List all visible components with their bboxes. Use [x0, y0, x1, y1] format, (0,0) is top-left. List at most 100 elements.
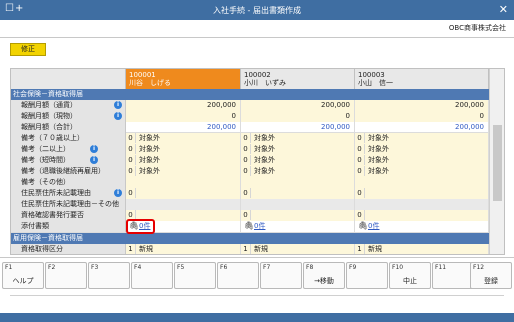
note-retire-cell[interactable]: 0 対象外: [126, 166, 241, 177]
code-text: 対象外: [368, 134, 389, 142]
code-value: 0: [355, 144, 365, 154]
code-text: 対象外: [254, 167, 275, 175]
row-label: 住民票住所未記載理由－その他: [11, 199, 126, 210]
f3-button[interactable]: F3: [88, 262, 130, 289]
remuneration-total-cell: 200,000: [126, 122, 241, 133]
note-short-cell[interactable]: 0 対象外: [241, 155, 355, 166]
remuneration-kind-cell[interactable]: 0: [126, 111, 241, 122]
note-70-cell[interactable]: 0 対象外: [355, 133, 489, 144]
code-text: 対象外: [368, 167, 389, 175]
employee-name: 川谷 しげる: [129, 79, 171, 87]
code-text: 対象外: [254, 134, 275, 142]
row-label: 報酬月額（通貨）: [11, 100, 126, 111]
table-row: 備考（その他）: [11, 177, 489, 188]
f7-button[interactable]: F7: [260, 262, 302, 289]
code-value: 0: [241, 188, 251, 198]
remuneration-currency-cell[interactable]: 200,000: [355, 100, 489, 111]
info-icon[interactable]: i: [90, 156, 98, 164]
code-value: 0: [355, 166, 365, 176]
info-icon[interactable]: i: [114, 189, 122, 197]
title-bar: ☐+ 入社手続 - 届出書類作成 ✕: [0, 0, 514, 20]
section-header-social-insurance: 社会保険－資格取得届: [11, 89, 489, 100]
attachment-cell[interactable]: 🖇 0件: [241, 221, 355, 232]
f10-cancel-button[interactable]: F10 中止: [389, 262, 431, 289]
remuneration-currency-cell[interactable]: 200,000: [126, 100, 241, 111]
note-70-cell[interactable]: 0 対象外: [126, 133, 241, 144]
attachment-cell[interactable]: 🖇 0件: [355, 221, 489, 232]
remuneration-total-cell: 200,000: [241, 122, 355, 133]
employee-column-header[interactable]: 100002 小川 いずみ: [241, 69, 355, 89]
note-other-cell[interactable]: [126, 177, 241, 188]
code-value: 1: [355, 244, 365, 254]
code-value: 0: [241, 155, 251, 165]
note-retire-cell[interactable]: 0 対象外: [241, 166, 355, 177]
resident-reason-cell[interactable]: 0: [126, 188, 241, 199]
vertical-scrollbar[interactable]: [489, 69, 504, 254]
section-header-employment-insurance: 雇用保険－資格取得届: [11, 233, 489, 244]
info-icon[interactable]: i: [90, 145, 98, 153]
paperclip-icon: 🖇: [244, 221, 255, 230]
code-value: 0: [241, 133, 251, 143]
table-row: 報酬月額（合計） 200,000 200,000 200,000: [11, 122, 489, 133]
f8-move-button[interactable]: F8 →移動: [303, 262, 345, 289]
code-text: 新規: [368, 245, 382, 253]
info-icon[interactable]: i: [114, 112, 122, 120]
f2-button[interactable]: F2: [45, 262, 87, 289]
f11-button[interactable]: F11: [432, 262, 474, 289]
resident-reason-other-cell: [241, 199, 355, 210]
note-retire-cell[interactable]: 0 対象外: [355, 166, 489, 177]
qualification-cert-cell[interactable]: 0: [241, 210, 355, 221]
close-icon[interactable]: ✕: [499, 3, 508, 16]
acquisition-type-cell[interactable]: 1 新規: [355, 244, 489, 254]
row-label: 報酬月額（現物）: [11, 111, 126, 122]
divider: [0, 37, 514, 38]
f12-register-button[interactable]: F12 登録: [470, 262, 512, 289]
table-row: 添付書類 🖇 0件 🖇 0件 🖇 0件: [11, 221, 489, 233]
code-value: 1: [126, 244, 136, 254]
code-value: 0: [126, 155, 136, 165]
divider: [10, 295, 504, 296]
attachment-count-link[interactable]: 0件: [254, 221, 265, 231]
table-row: 備考（７０歳以上） 0 対象外 0 対象外 0 対象外: [11, 133, 489, 144]
resident-reason-other-cell: [126, 199, 241, 210]
code-text: 対象外: [368, 156, 389, 164]
employee-column-header[interactable]: 100003 小山 信一: [355, 69, 489, 89]
note-two-cell[interactable]: 0 対象外: [355, 144, 489, 155]
row-label: 備考（その他）: [11, 177, 126, 188]
employee-name: 小山 信一: [358, 79, 393, 87]
f5-button[interactable]: F5: [174, 262, 216, 289]
note-other-cell[interactable]: [355, 177, 489, 188]
acquisition-type-cell[interactable]: 1 新規: [241, 244, 355, 254]
table-row: 報酬月額（現物） i 0 0 0: [11, 111, 489, 122]
modify-button[interactable]: 修正: [10, 43, 46, 56]
f6-button[interactable]: F6: [217, 262, 259, 289]
f1-help-button[interactable]: F1 ヘルプ: [2, 262, 44, 289]
resident-reason-cell[interactable]: 0: [241, 188, 355, 199]
employee-column-header[interactable]: 100001 川谷 しげる: [126, 69, 241, 89]
note-two-cell[interactable]: 0 対象外: [241, 144, 355, 155]
scrollbar-thumb[interactable]: [493, 125, 502, 201]
attachment-count-link[interactable]: 0件: [368, 221, 379, 231]
code-value: 0: [355, 155, 365, 165]
note-70-cell[interactable]: 0 対象外: [241, 133, 355, 144]
acquisition-type-cell[interactable]: 1 新規: [126, 244, 241, 254]
note-two-cell[interactable]: 0 対象外: [126, 144, 241, 155]
status-bar: [0, 313, 514, 322]
note-other-cell[interactable]: [241, 177, 355, 188]
note-short-cell[interactable]: 0 対象外: [126, 155, 241, 166]
row-label: 資格確認書発行要否: [11, 210, 126, 221]
code-value: 0: [126, 144, 136, 154]
info-icon[interactable]: i: [114, 101, 122, 109]
f4-button[interactable]: F4: [131, 262, 173, 289]
remuneration-kind-cell[interactable]: 0: [241, 111, 355, 122]
row-label: 資格取得区分: [11, 244, 126, 254]
remuneration-kind-cell[interactable]: 0: [355, 111, 489, 122]
f9-button[interactable]: F9: [346, 262, 388, 289]
company-name: OBC商事株式会社: [448, 24, 506, 32]
remuneration-currency-cell[interactable]: 200,000: [241, 100, 355, 111]
code-value: 0: [241, 210, 251, 220]
note-short-cell[interactable]: 0 対象外: [355, 155, 489, 166]
table-row: 住民票住所未記載理由 i 0 0 0: [11, 188, 489, 199]
qualification-cert-cell[interactable]: 0: [355, 210, 489, 221]
resident-reason-cell[interactable]: 0: [355, 188, 489, 199]
